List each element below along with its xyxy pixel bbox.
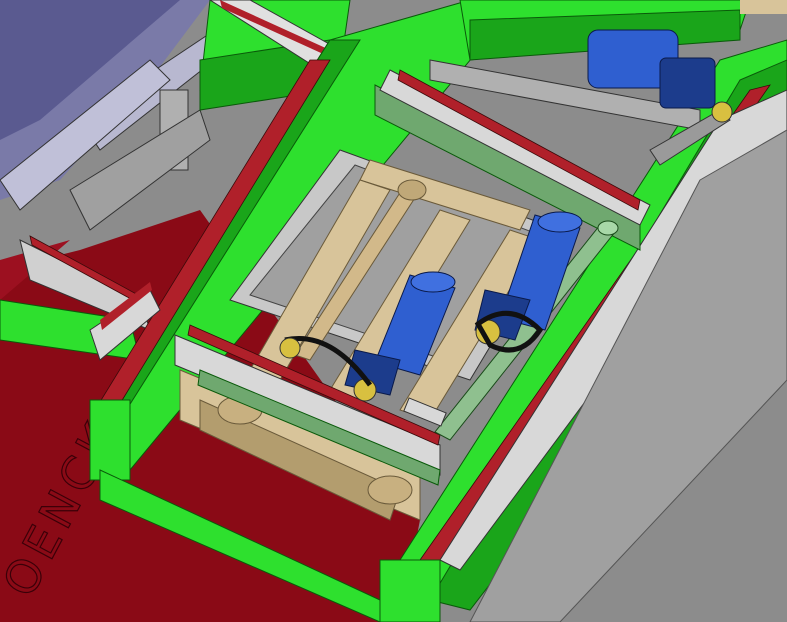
green-roller-end — [597, 220, 619, 236]
frame-leg-bottom — [379, 559, 441, 622]
cad-viewport[interactable]: OENCK — [0, 0, 787, 622]
wood-shaft-collar — [397, 179, 427, 201]
frame-leg-left — [89, 399, 131, 481]
conveyor-assembly-render: OENCK — [0, 0, 787, 622]
motor-left-driven-pulley — [279, 337, 301, 359]
motor-upper-gearbox — [659, 57, 716, 109]
top-right-wood-block — [740, 0, 787, 14]
motor-upper-shaft-end — [711, 101, 733, 123]
motor-left-cap — [410, 271, 456, 293]
motor-right-cap — [537, 211, 583, 233]
wood-base-cam-right — [367, 475, 413, 505]
